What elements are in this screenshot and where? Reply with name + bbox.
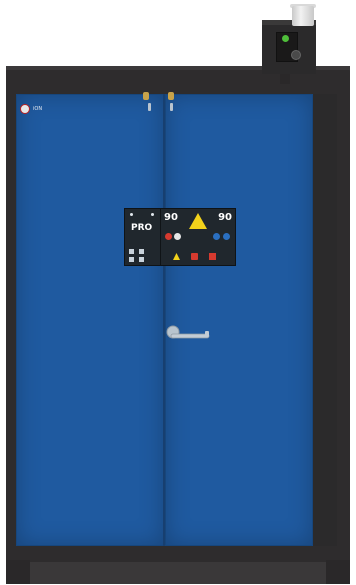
- cabinet-side-frame: [313, 94, 337, 546]
- left-door[interactable]: [16, 94, 164, 546]
- vent-control-knob[interactable]: [291, 50, 301, 60]
- cabinet-plinth: [30, 562, 326, 584]
- brand-text: iON: [33, 105, 43, 112]
- cabinet-foot-left: [6, 560, 30, 584]
- door-pin-right: [170, 103, 173, 111]
- warning-triangle-icon: [173, 253, 180, 260]
- brand-badge: iON: [20, 102, 66, 116]
- pictogram-icon: [129, 257, 134, 262]
- door-pin-left: [148, 103, 151, 111]
- panel-dot-icon: [130, 213, 133, 216]
- manual-icon: [223, 233, 230, 240]
- safety-info-icon: [213, 233, 220, 240]
- no-smoking-icon: [174, 233, 181, 240]
- exit-icon: [209, 253, 216, 260]
- pro-label-panel: PRO: [124, 208, 162, 266]
- panel-dot-icon: [151, 213, 154, 216]
- lock-icon[interactable]: [168, 92, 174, 100]
- pictogram-icon: [139, 249, 144, 254]
- flammable-warning-icon: [189, 213, 207, 229]
- exhaust-pipe: [292, 6, 314, 26]
- pictogram-icon: [129, 249, 134, 254]
- cabinet-foot-right: [326, 560, 350, 584]
- fire-rating-right: 90: [218, 212, 232, 223]
- lock-icon[interactable]: [143, 92, 149, 100]
- brand-logo-icon: [20, 104, 30, 114]
- fire-rating-panel: 90 90: [160, 208, 236, 266]
- door-seam: [163, 94, 165, 546]
- fire-rating-left: 90: [164, 212, 178, 223]
- right-door[interactable]: [165, 94, 313, 546]
- door-handle-icon[interactable]: [165, 325, 211, 341]
- vent-status-led-icon: [282, 35, 289, 42]
- no-fire-icon: [165, 233, 172, 240]
- extinguisher-icon: [191, 253, 198, 260]
- pro-label: PRO: [131, 223, 153, 233]
- pictogram-icon: [139, 257, 144, 262]
